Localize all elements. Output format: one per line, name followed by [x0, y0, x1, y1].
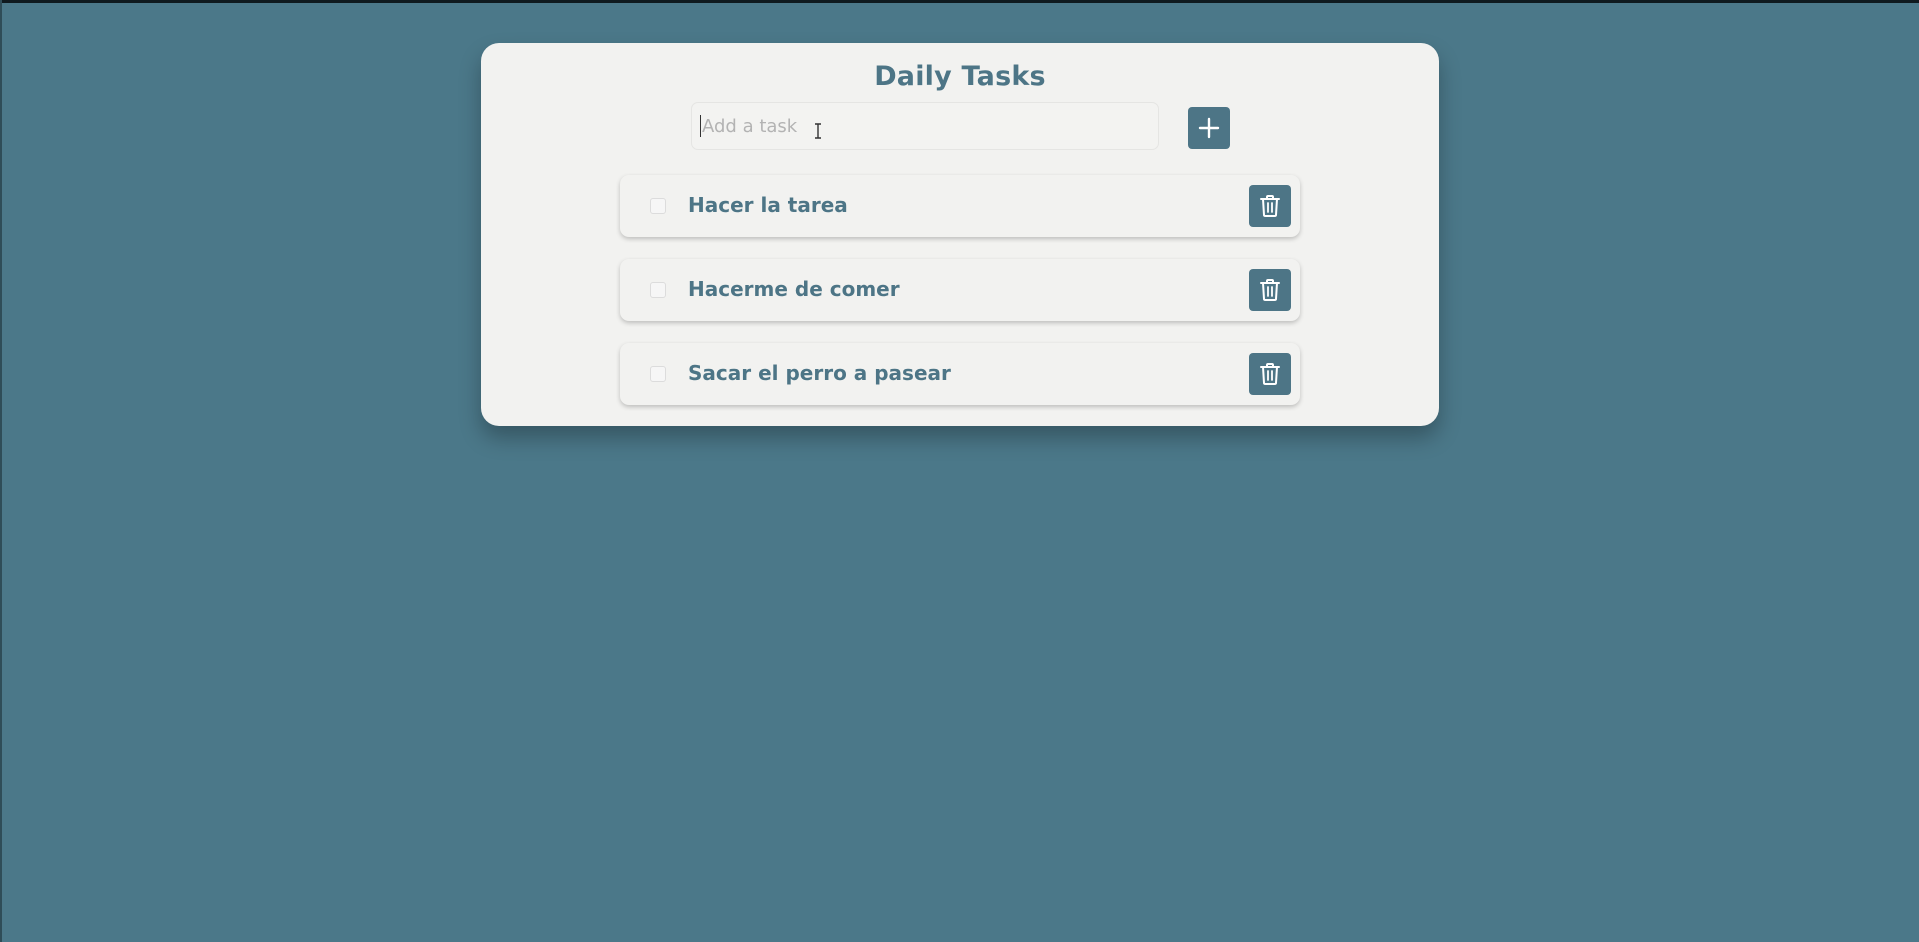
delete-task-button[interactable]	[1249, 353, 1291, 395]
task-label: Hacer la tarea	[688, 193, 848, 217]
task-checkbox[interactable]	[650, 366, 666, 382]
task-checkbox[interactable]	[650, 198, 666, 214]
delete-task-button[interactable]	[1249, 185, 1291, 227]
task-item: Sacar el perro a pasear	[620, 343, 1300, 405]
trash-icon	[1260, 363, 1280, 385]
plus-icon	[1198, 117, 1220, 139]
task-list: Hacer la tarea Hacerme de comer Sacar el…	[620, 175, 1300, 427]
trash-icon	[1260, 195, 1280, 217]
task-label: Hacerme de comer	[688, 277, 900, 301]
task-item: Hacerme de comer	[620, 259, 1300, 321]
task-card: Daily Tasks Hacer la tarea Hacerme d	[481, 43, 1439, 426]
page-title: Daily Tasks	[874, 61, 1046, 92]
window-left-edge	[0, 0, 2, 942]
task-label: Sacar el perro a pasear	[688, 361, 951, 385]
text-cursor-icon	[815, 123, 821, 139]
window-top-edge	[0, 0, 1919, 3]
task-checkbox[interactable]	[650, 282, 666, 298]
delete-task-button[interactable]	[1249, 269, 1291, 311]
trash-icon	[1260, 279, 1280, 301]
text-caret	[700, 115, 701, 137]
add-task-input[interactable]	[691, 102, 1159, 150]
task-item: Hacer la tarea	[620, 175, 1300, 237]
add-task-button[interactable]	[1188, 107, 1230, 149]
